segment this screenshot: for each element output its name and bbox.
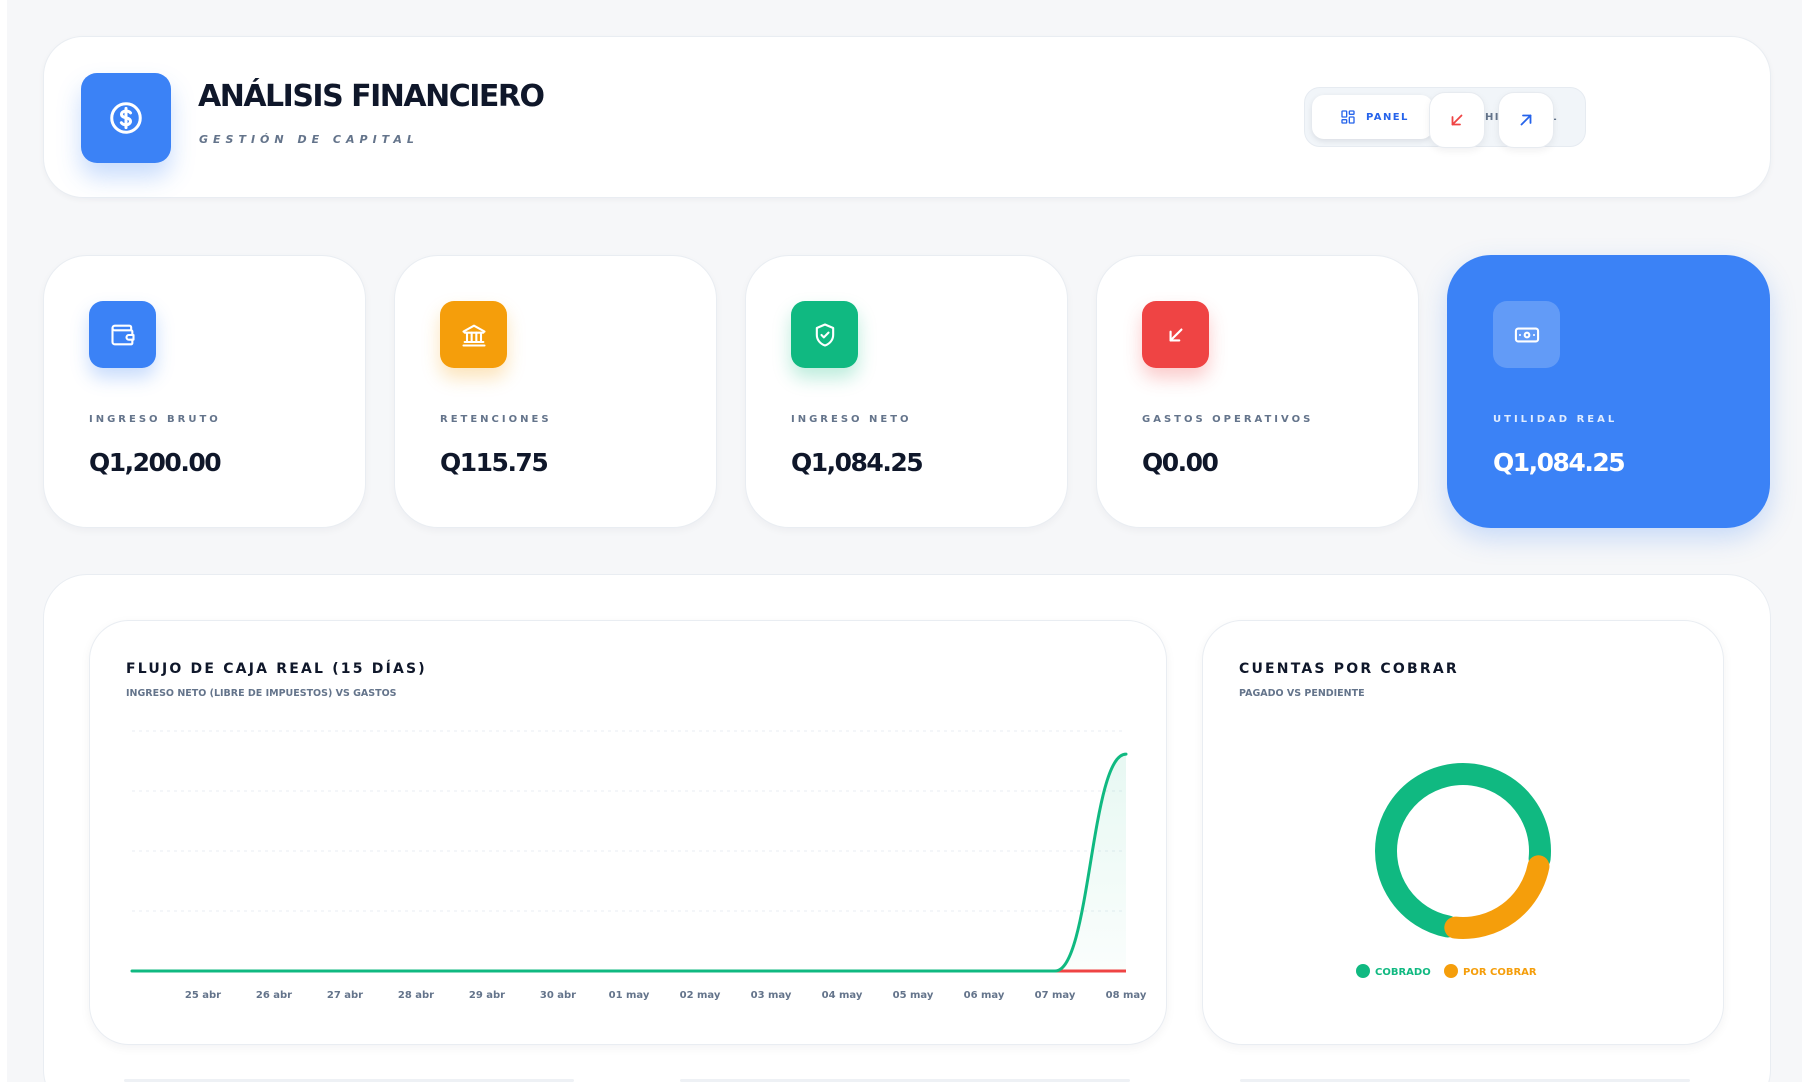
stat-label: RETENCIONES [440, 414, 552, 425]
x-tick-label: 04 may [822, 990, 863, 1001]
banknote-icon [1514, 327, 1539, 342]
arrow-down-left-icon [1451, 114, 1463, 126]
x-tick-label: 30 abr [540, 990, 576, 1001]
tab-panel[interactable]: PANEL [1312, 95, 1433, 139]
stat-icon-box [440, 301, 507, 368]
x-tick-label: 05 may [893, 990, 934, 1001]
shield-check-icon [815, 322, 834, 347]
stat-card-ingreso-bruto: INGRESO BRUTO Q1,200.00 [43, 255, 366, 528]
arrow-up-right-icon [1520, 114, 1532, 126]
x-tick-label: 01 may [609, 990, 650, 1001]
stat-card-gastos-operativos: GASTOS OPERATIVOS Q0.00 [1096, 255, 1419, 528]
stat-icon-box [89, 301, 156, 368]
x-tick-label: 02 may [680, 990, 721, 1001]
cashflow-chart: 25 abr 26 abr 27 abr 28 abr 29 abr 30 abr 01 m… [130, 730, 1147, 1001]
legend-label: POR COBRAR [1463, 967, 1537, 978]
donut-slice [1444, 855, 1550, 939]
legend-swatch [1356, 964, 1370, 978]
income-line [130, 752, 1128, 973]
stat-value: Q115.75 [440, 448, 549, 477]
stat-icon-box [1142, 301, 1209, 368]
x-tick-label: 29 abr [469, 990, 505, 1001]
app-header: ANÁLISIS FINANCIERO GESTIÓN DE CAPITAL P… [43, 36, 1771, 198]
x-tick-label: 08 may [1106, 990, 1147, 1001]
x-tick-label: 03 may [751, 990, 792, 1001]
charts-section: FLUJO DE CAJA REAL (15 DÍAS) INGRESO NET… [43, 574, 1771, 1082]
wallet-icon [110, 324, 135, 345]
window-edge [0, 0, 7, 1082]
stat-value: Q0.00 [1142, 448, 1219, 477]
stat-label: INGRESO BRUTO [89, 414, 221, 425]
legend-swatch [1444, 964, 1458, 978]
stat-label: INGRESO NETO [791, 414, 912, 425]
grid-icon [1341, 110, 1355, 124]
x-tick-label: 07 may [1035, 990, 1076, 1001]
arrow-down-left-icon [1169, 328, 1182, 341]
x-tick-label: 27 abr [327, 990, 363, 1001]
receivables-donut-chart: COBRADO POR COBRAR [1356, 763, 1551, 978]
stat-card-utilidad-real: UTILIDAD REAL Q1,084.25 [1447, 255, 1770, 528]
income-area [132, 754, 1126, 971]
stat-card-ingreso-neto: INGRESO NETO Q1,084.25 [745, 255, 1068, 528]
dollar-circle-icon [110, 102, 142, 134]
legend-label: COBRADO [1375, 967, 1431, 978]
stat-icon-box [791, 301, 858, 368]
x-tick-label: 28 abr [398, 990, 434, 1001]
page-title: ANÁLISIS FINANCIERO [198, 79, 545, 114]
receivables-panel: CUENTAS POR COBRAR PAGADO VS PENDIENTE C… [1202, 620, 1724, 1045]
tab-panel-label: PANEL [1366, 111, 1409, 123]
x-tick-label: 26 abr [256, 990, 292, 1001]
stat-value: Q1,200.00 [89, 448, 222, 477]
expense-button[interactable] [1429, 92, 1485, 148]
bank-icon [461, 324, 486, 347]
stat-label: UTILIDAD REAL [1493, 414, 1618, 425]
cashflow-panel: FLUJO DE CAJA REAL (15 DÍAS) INGRESO NET… [89, 620, 1167, 1045]
x-tick-label: 06 may [964, 990, 1005, 1001]
x-tick-label: 25 abr [185, 990, 221, 1001]
stat-value: Q1,084.25 [791, 448, 924, 477]
stat-icon-box [1493, 301, 1560, 368]
income-button[interactable] [1498, 92, 1554, 148]
stat-value: Q1,084.25 [1493, 448, 1626, 477]
stat-label: GASTOS OPERATIVOS [1142, 414, 1314, 425]
app-logo [81, 73, 171, 163]
stat-card-retenciones: RETENCIONES Q115.75 [394, 255, 717, 528]
page-subtitle: GESTIÓN DE CAPITAL [199, 133, 419, 146]
